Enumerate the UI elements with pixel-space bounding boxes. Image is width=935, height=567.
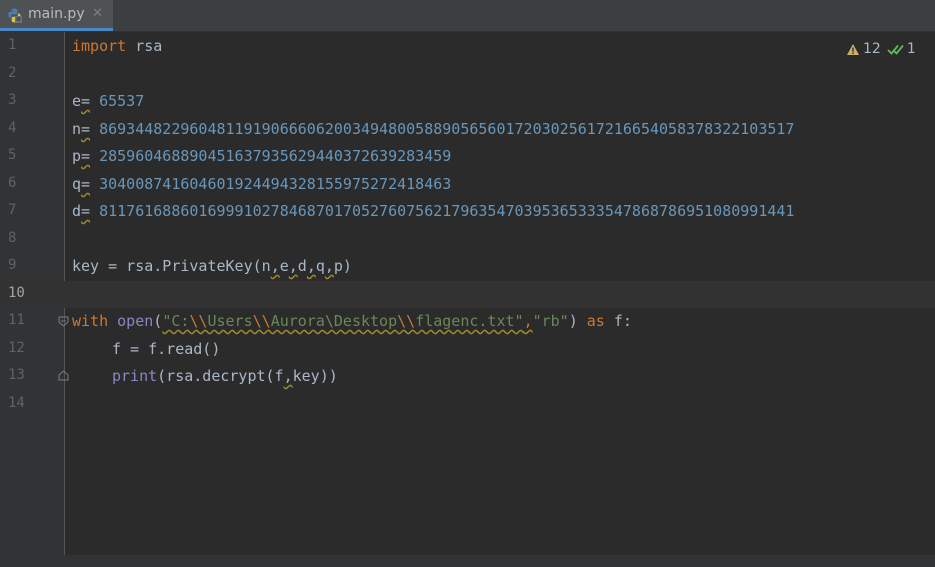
code-text: key = rsa.PrivateKey(n (72, 257, 271, 275)
close-icon[interactable]: ✕ (92, 6, 103, 21)
current-line-highlight (0, 281, 935, 308)
code-text: key)) (292, 367, 338, 385)
var-name: d (72, 202, 82, 220)
string-literal: "rb" (532, 312, 569, 330)
line-number: 2 (8, 65, 17, 81)
code-line-7: d= 8117616886016999102784687017052760756… (72, 198, 794, 225)
var-name: p (72, 147, 82, 165)
code-text: e (279, 257, 289, 275)
pep8-warning: , (324, 257, 334, 275)
fold-start-icon[interactable] (58, 316, 69, 327)
code-line-13: print(rsa.decrypt(f,key)) (112, 363, 338, 390)
keyword: import (72, 37, 127, 55)
builtin-function: print (112, 367, 158, 385)
line-number: 4 (8, 120, 17, 136)
pep8-warning: = (81, 120, 91, 138)
line-number: 12 (8, 340, 25, 356)
code-text: q (315, 257, 325, 275)
code-line-12: f = f.read() (112, 336, 220, 363)
string-literal: flagenc.txt" (415, 312, 524, 330)
weak-warnings-indicator[interactable]: 1 (887, 41, 916, 57)
number-literal: 304008741604601924494328155975272418463 (99, 175, 452, 193)
code-line-5: p= 2859604688904516379356294403726392834… (72, 143, 451, 170)
code-text: rsa (126, 37, 163, 55)
line-number: 3 (8, 92, 17, 108)
tab-main-py[interactable]: main.py ✕ (0, 0, 113, 31)
string-literal: "C: (162, 312, 190, 330)
code-line-11: with open("C:\\Users\\Aurora\Desktop\\fl… (72, 308, 632, 335)
code-text: d (297, 257, 307, 275)
keyword: as (586, 312, 605, 330)
code-text: (rsa.decrypt(f (157, 367, 284, 385)
keyword: with (72, 312, 109, 330)
warnings-count: 12 (863, 41, 881, 57)
code-text: p) (333, 257, 352, 275)
weak-warnings-count: 1 (906, 41, 916, 57)
string-literal: Desktop (333, 312, 398, 330)
code-line-4: n= 8693448229604811919066606200349480058… (72, 116, 794, 143)
line-number-current: 10 (8, 285, 25, 301)
string-literal: \ (324, 312, 334, 330)
code-text: ) (568, 312, 578, 330)
python-file-icon (8, 8, 22, 23)
horizontal-scrollbar[interactable] (0, 555, 935, 567)
number-literal: 8693448229604811919066606200349480058890… (99, 120, 795, 138)
line-number: 11 (8, 312, 25, 328)
string-literal: Aurora (270, 312, 325, 330)
fold-end-icon[interactable] (58, 370, 69, 381)
code-text: f: (604, 312, 632, 330)
line-number: 6 (8, 175, 17, 191)
var-name: q (72, 175, 82, 193)
line-number: 13 (8, 367, 25, 383)
string-escape: \\ (252, 312, 271, 330)
pep8-warning: = (81, 175, 91, 193)
string-escape: \\ (189, 312, 208, 330)
line-number: 1 (8, 37, 17, 53)
number-literal: 8117616886016999102784687017052760756217… (99, 202, 795, 220)
line-number: 5 (8, 147, 17, 163)
double-check-icon (887, 44, 904, 55)
pep8-warning: , (283, 367, 293, 385)
code-text: ( (153, 312, 163, 330)
pep8-warning: , (270, 257, 280, 275)
pep8-warning: = (81, 202, 91, 220)
code-line-6: q= 3040087416046019244943281559752724184… (72, 171, 451, 198)
warning-triangle-icon (847, 43, 859, 55)
var-name: e (72, 92, 82, 110)
number-literal: 65537 (99, 92, 145, 110)
string-escape: \\ (397, 312, 416, 330)
var-name: n (72, 120, 82, 138)
editor-tab-bar: main.py ✕ (0, 0, 935, 32)
code-line-9: key = rsa.PrivateKey(n,e,d,q,p) (72, 253, 352, 280)
line-number: 9 (8, 257, 17, 273)
inspection-widget[interactable]: 12 1 (846, 40, 922, 58)
line-number: 7 (8, 202, 17, 218)
tab-filename: main.py (28, 6, 85, 22)
pep8-warning: , (523, 312, 533, 330)
pep8-warning: , (288, 257, 298, 275)
builtin-function: open (117, 312, 154, 330)
pep8-warning: = (81, 92, 91, 110)
number-literal: 285960468890451637935629440372639283459 (99, 147, 452, 165)
code-text: f = f.read() (112, 340, 221, 358)
code-line-1: import rsa (72, 33, 162, 60)
line-number: 14 (8, 395, 25, 411)
line-number: 8 (8, 230, 17, 246)
pep8-warning: , (306, 257, 316, 275)
code-line-3: e= 65537 (72, 88, 144, 115)
warnings-indicator[interactable]: 12 (846, 41, 881, 57)
pep8-warning: = (81, 147, 91, 165)
string-literal: Users (207, 312, 253, 330)
